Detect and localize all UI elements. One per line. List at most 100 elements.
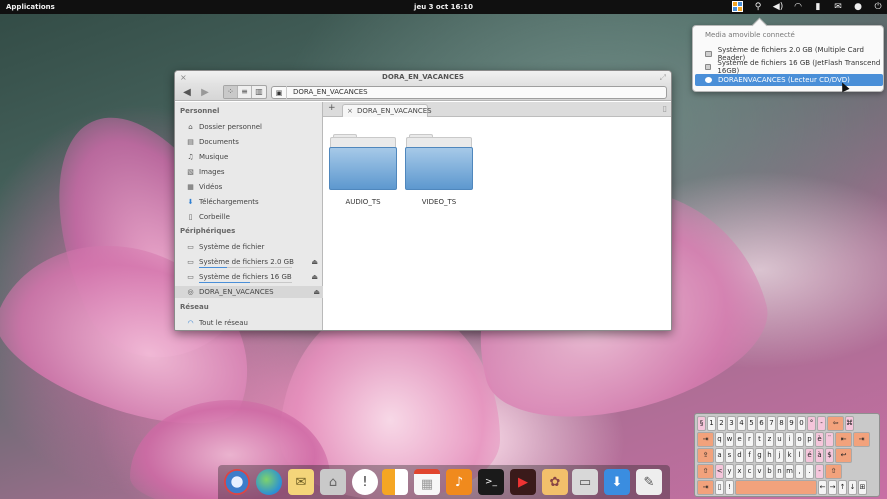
key[interactable]: o: [795, 432, 804, 447]
key[interactable]: k: [785, 448, 794, 463]
location-bar[interactable]: ▣ DORA_EN_VACANCES: [271, 86, 667, 99]
key[interactable]: t: [755, 432, 764, 447]
sidebar-item-filesystem-2gb[interactable]: ▭ Système de fichiers 2.0 GB ⏏: [186, 256, 321, 268]
key[interactable]: f: [745, 448, 754, 463]
key[interactable]: ↓: [848, 480, 857, 495]
key[interactable]: m: [785, 464, 794, 479]
switch-icon[interactable]: ▭: [572, 469, 598, 495]
video-icon[interactable]: ▶: [510, 469, 536, 495]
key[interactable]: w: [725, 432, 734, 447]
globe-icon[interactable]: [256, 469, 282, 495]
key[interactable]: ⊞: [858, 480, 867, 495]
wifi-icon[interactable]: ◠: [793, 1, 803, 12]
key[interactable]: !: [725, 480, 734, 495]
key[interactable]: x: [735, 464, 744, 479]
close-icon[interactable]: ×: [180, 71, 187, 84]
usb-icon[interactable]: ⚲: [753, 1, 763, 12]
key[interactable]: é: [805, 448, 814, 463]
key[interactable]: 0: [797, 416, 806, 431]
photos-icon[interactable]: ✿: [542, 469, 568, 495]
media-item[interactable]: Système de fichiers 16 GB (JetFlash Tran…: [695, 59, 883, 75]
key[interactable]: n: [775, 464, 784, 479]
music-icon[interactable]: ♪: [446, 469, 472, 495]
maximize-icon[interactable]: ⤢: [660, 71, 666, 84]
key[interactable]: <: [715, 464, 724, 479]
key[interactable]: ⇧: [697, 464, 714, 479]
key[interactable]: y: [725, 464, 734, 479]
download-icon[interactable]: ⬇: [604, 469, 630, 495]
key[interactable]: d: [735, 448, 744, 463]
key[interactable]: e: [735, 432, 744, 447]
key[interactable]: z: [765, 432, 774, 447]
key[interactable]: i: [785, 432, 794, 447]
key[interactable]: ⌘: [845, 416, 854, 431]
close-tab-icon[interactable]: ×: [347, 105, 353, 117]
key[interactable]: §: [697, 416, 706, 431]
new-tab-icon[interactable]: +: [328, 103, 336, 113]
eject-icon[interactable]: ⏏: [313, 288, 320, 296]
apps-icon[interactable]: [382, 469, 408, 495]
key[interactable]: s: [725, 448, 734, 463]
key[interactable]: -: [817, 416, 826, 431]
key[interactable]: ↑: [838, 480, 847, 495]
key[interactable]: 2: [717, 416, 726, 431]
breadcrumb[interactable]: DORA_EN_VACANCES: [286, 86, 374, 99]
list-view-icon[interactable]: ≡: [238, 86, 252, 98]
back-arrow-icon[interactable]: ◀: [181, 87, 193, 98]
sidebar-item-music[interactable]: ♫ Musique: [186, 151, 321, 163]
mail-app-icon[interactable]: ✉: [288, 469, 314, 495]
key[interactable]: h: [765, 448, 774, 463]
sidebar-item-videos[interactable]: ▦ Vidéos: [186, 181, 321, 193]
sidebar-item-downloads[interactable]: ⬇ Téléchargements: [186, 196, 321, 208]
sidebar-item-documents[interactable]: ▤ Documents: [186, 136, 321, 148]
sidebar-item-filesystem-16gb[interactable]: ▭ Système de fichiers 16 GB ⏏: [186, 271, 321, 283]
key[interactable]: à: [815, 448, 824, 463]
battery-icon[interactable]: ▮: [813, 1, 823, 12]
calendar-icon[interactable]: ▦: [414, 469, 440, 495]
sidebar-item-trash[interactable]: ▯ Corbeille: [186, 211, 321, 223]
key[interactable]: c: [745, 464, 754, 479]
browser-icon[interactable]: [224, 469, 250, 495]
terminal-icon[interactable]: >_: [478, 469, 504, 495]
mail-icon[interactable]: ✉: [833, 1, 843, 12]
key[interactable]: a: [715, 448, 724, 463]
key[interactable]: ⇤: [835, 432, 852, 447]
key[interactable]: $: [825, 448, 834, 463]
key[interactable]: u: [775, 432, 784, 447]
tab-dora[interactable]: × DORA_EN_VACANCES: [342, 104, 432, 117]
volume-icon[interactable]: ◀): [773, 1, 783, 12]
folder-item[interactable]: AUDIO_TS: [329, 134, 397, 208]
grid-view-icon[interactable]: ⁘: [224, 86, 238, 98]
key[interactable]: 7: [767, 416, 776, 431]
key[interactable]: r: [745, 432, 754, 447]
files-icon[interactable]: ⌂: [320, 469, 346, 495]
key[interactable]: 3: [727, 416, 736, 431]
key[interactable]: è: [815, 432, 824, 447]
media-item-selected[interactable]: DORAENVACANCES (Lecteur CD/DVD): [695, 74, 883, 86]
key[interactable]: →: [828, 480, 837, 495]
key[interactable]: j: [775, 448, 784, 463]
chat-icon[interactable]: !: [352, 469, 378, 495]
key[interactable]: ←: [818, 480, 827, 495]
applications-menu[interactable]: Applications: [6, 3, 55, 11]
sidebar-item-home[interactable]: ⌂ Dossier personnel: [186, 121, 321, 133]
key[interactable]: 9: [787, 416, 796, 431]
media-indicator-icon[interactable]: [732, 1, 743, 12]
key[interactable]: ,: [795, 464, 804, 479]
key[interactable]: °: [807, 416, 816, 431]
key[interactable]: ▯: [715, 480, 724, 495]
key[interactable]: ↩: [835, 448, 852, 463]
key[interactable]: q: [715, 432, 724, 447]
eject-icon[interactable]: ⏏: [311, 258, 318, 266]
key[interactable]: ⇥: [697, 432, 714, 447]
key[interactable]: ⇥: [697, 480, 714, 495]
sidebar-item-filesystem[interactable]: ▭ Système de fichier: [186, 241, 321, 253]
forward-arrow-icon[interactable]: ▶: [199, 87, 211, 98]
sidebar-item-images[interactable]: ▧ Images: [186, 166, 321, 178]
trash-icon[interactable]: ▯: [663, 104, 667, 113]
power-icon[interactable]: ⏻: [873, 1, 883, 12]
key[interactable]: -: [815, 464, 824, 479]
key[interactable]: b: [765, 464, 774, 479]
column-view-icon[interactable]: ▥: [252, 86, 266, 98]
folder-item[interactable]: VIDEO_TS: [405, 134, 473, 208]
